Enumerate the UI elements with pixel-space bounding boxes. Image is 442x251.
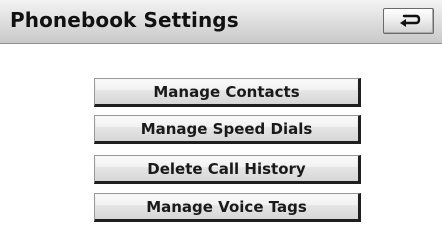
back-button[interactable] — [383, 8, 434, 34]
manage-speed-dials-button[interactable]: Manage Speed Dials — [94, 115, 361, 144]
header-bar: Phonebook Settings — [0, 0, 442, 44]
manage-voice-tags-label: Manage Voice Tags — [146, 198, 307, 216]
manage-contacts-label: Manage Contacts — [153, 83, 300, 101]
delete-call-history-button[interactable]: Delete Call History — [94, 155, 361, 184]
page-title: Phonebook Settings — [10, 8, 239, 32]
back-arrow-icon — [400, 14, 421, 27]
manage-contacts-button[interactable]: Manage Contacts — [94, 78, 361, 107]
manage-voice-tags-button[interactable]: Manage Voice Tags — [94, 193, 361, 222]
manage-speed-dials-label: Manage Speed Dials — [140, 120, 313, 138]
phonebook-settings-screen: Phonebook Settings Manage Contacts Manag… — [0, 0, 442, 251]
delete-call-history-label: Delete Call History — [147, 160, 306, 178]
